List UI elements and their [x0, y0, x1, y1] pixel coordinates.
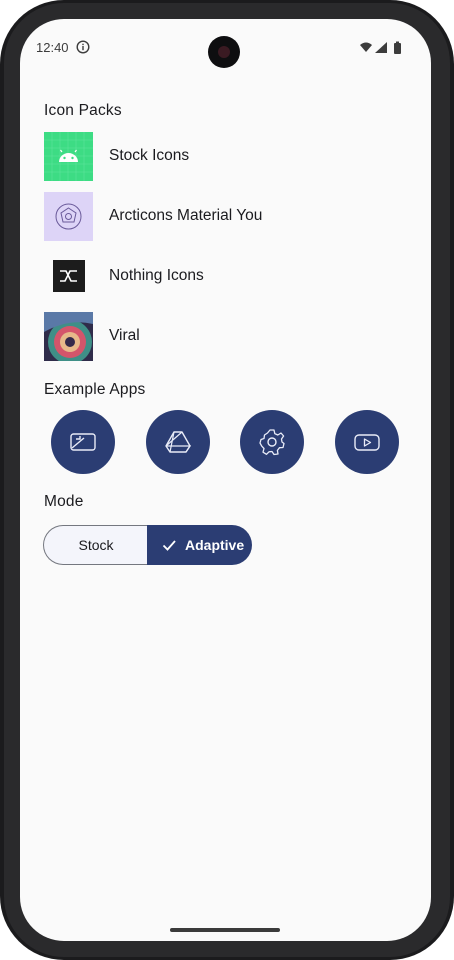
mode-heading: Mode [44, 493, 84, 510]
icon-packs-heading: Icon Packs [44, 102, 122, 119]
nothing-icon [44, 252, 93, 301]
example-app-drive[interactable] [146, 410, 210, 474]
icon-pack-item-nothing[interactable]: Nothing Icons [44, 252, 414, 304]
icon-pack-label: Nothing Icons [109, 267, 204, 284]
mode-segmented-button: Stock Adaptive [43, 525, 252, 565]
drive-icon [165, 431, 192, 453]
example-apps-heading: Example Apps [44, 381, 146, 398]
status-time: 12:40 [36, 40, 69, 55]
icon-pack-label: Viral [109, 327, 140, 344]
gallery-icon [70, 433, 96, 451]
status-bar: 12:40 [20, 19, 431, 75]
mode-option-stock[interactable]: Stock [43, 525, 148, 565]
viral-icon [44, 312, 93, 361]
info-icon [76, 40, 90, 54]
status-icons [360, 41, 401, 54]
icon-pack-label: Stock Icons [109, 147, 190, 164]
mode-option-adaptive-label: Adaptive [185, 537, 245, 553]
mode-option-stock-label: Stock [78, 537, 114, 553]
icon-pack-item-stock[interactable]: Stock Icons [44, 132, 414, 184]
settings-gear-icon [259, 429, 285, 456]
example-app-settings[interactable] [240, 410, 304, 474]
battery-icon [394, 43, 401, 54]
wifi-icon [360, 42, 372, 52]
arcticons-icon [44, 192, 93, 241]
gesture-navigation-handle[interactable] [170, 928, 280, 932]
check-icon [162, 540, 176, 551]
front-camera [208, 36, 240, 68]
example-app-gallery[interactable] [51, 410, 115, 474]
example-app-youtube[interactable] [335, 410, 399, 474]
icon-pack-label: Arcticons Material You [109, 207, 263, 224]
android-icon [44, 132, 93, 181]
signal-icon [375, 42, 387, 53]
icon-pack-item-viral[interactable]: Viral [44, 312, 414, 364]
camera-lens [218, 46, 230, 58]
icon-pack-item-arcticons[interactable]: Arcticons Material You [44, 192, 414, 244]
app-screen: 12:40 Icon Packs Stock Icons Arcticons M… [20, 19, 431, 941]
youtube-icon [354, 434, 380, 451]
mode-option-adaptive[interactable]: Adaptive [147, 525, 252, 565]
